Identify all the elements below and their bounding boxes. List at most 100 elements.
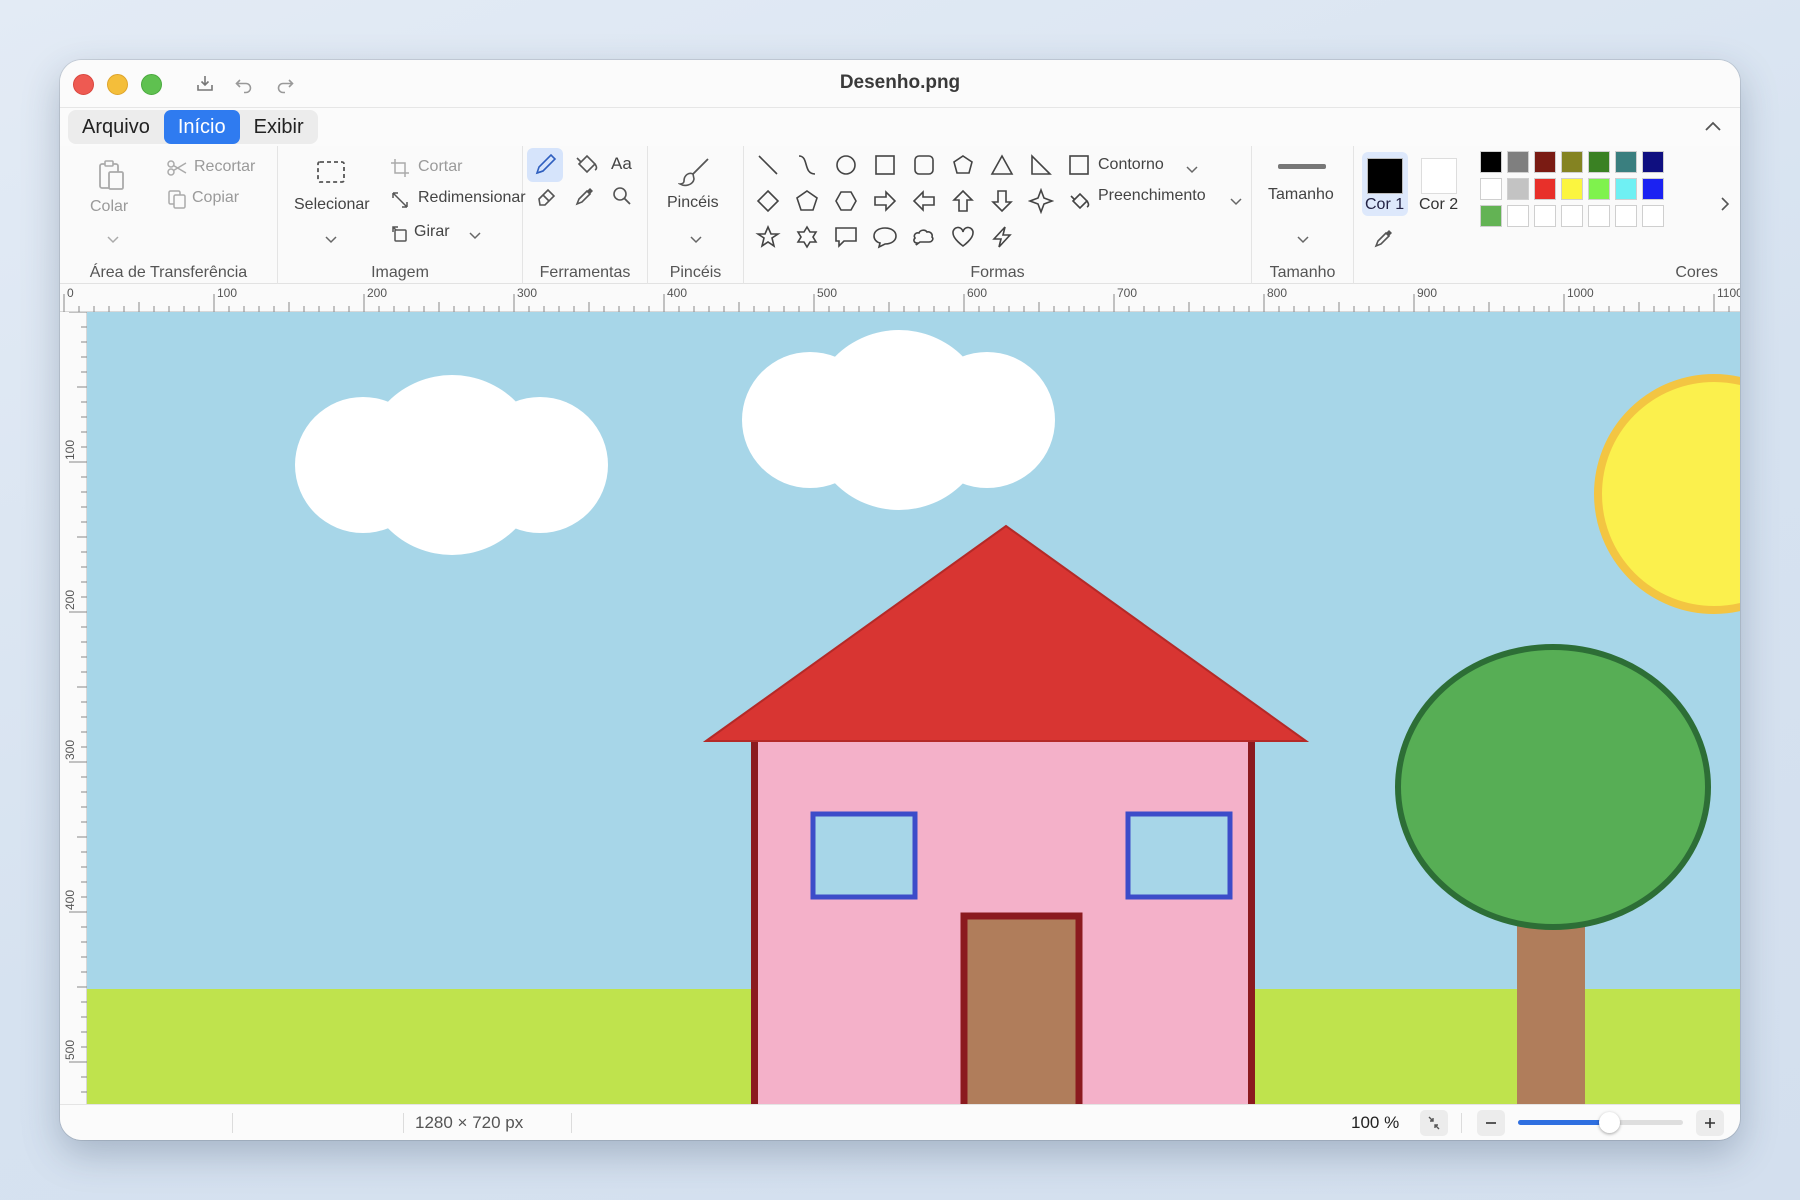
select-dropdown-icon[interactable] (324, 232, 338, 244)
cloud-callout-shape-icon[interactable] (911, 224, 937, 250)
oval-shape-icon[interactable] (833, 152, 859, 178)
brushes-dropdown-icon[interactable] (689, 232, 703, 244)
palette-swatch[interactable] (1507, 151, 1529, 173)
rectangle-shape-icon[interactable] (872, 152, 898, 178)
oval-callout-shape-icon[interactable] (872, 224, 898, 250)
size-button[interactable]: Tamanho (1268, 186, 1334, 204)
brush-icon[interactable] (678, 156, 714, 188)
status-separator (571, 1113, 572, 1133)
pentagon-shape-icon[interactable] (794, 188, 820, 214)
palette-swatch[interactable] (1615, 151, 1637, 173)
line-shape-icon[interactable] (755, 152, 781, 178)
color2-selector[interactable]: Cor 2 (1416, 152, 1462, 216)
cut-button[interactable]: Recortar (194, 158, 255, 176)
palette-swatch[interactable] (1588, 151, 1610, 173)
arrow-down-shape-icon[interactable] (989, 188, 1015, 214)
brushes-button[interactable]: Pincéis (667, 194, 719, 212)
color-picker-tool[interactable] (573, 184, 597, 208)
right-triangle-shape-icon[interactable] (1028, 152, 1054, 178)
lightning-shape-icon[interactable] (989, 224, 1015, 250)
select-button[interactable]: Selecionar (294, 196, 370, 214)
color1-selector[interactable]: Cor 1 (1362, 152, 1408, 216)
zoom-percentage: 100 % (1351, 1113, 1400, 1132)
zoom-slider-knob[interactable] (1598, 1112, 1620, 1133)
house-door (960, 912, 1083, 1104)
eraser-tool[interactable] (535, 184, 559, 208)
palette-swatch[interactable] (1561, 205, 1583, 227)
palette-swatch[interactable] (1480, 205, 1502, 227)
group-tools: Aa Ferramentas (523, 146, 648, 284)
palette-swatch[interactable] (1480, 151, 1502, 173)
palette-swatch[interactable] (1561, 178, 1583, 200)
scissors-icon (166, 159, 188, 177)
outline-button[interactable]: Contorno (1098, 156, 1164, 174)
rect-callout-shape-icon[interactable] (833, 224, 859, 250)
palette-next-icon[interactable] (1718, 194, 1732, 214)
select-icon[interactable] (315, 158, 347, 186)
polygon-shape-icon[interactable] (950, 152, 976, 178)
ruler-label: 900 (1417, 286, 1438, 300)
star-shape-icon[interactable] (755, 224, 781, 250)
palette-swatch[interactable] (1588, 178, 1610, 200)
crop-button[interactable]: Cortar (418, 158, 462, 176)
palette-swatch[interactable] (1642, 178, 1664, 200)
tab-inicio[interactable]: Início (163, 110, 240, 144)
tab-exibir[interactable]: Exibir (240, 110, 318, 144)
resize-button[interactable]: Redimensionar (418, 189, 526, 207)
horizontal-ruler-ticks (63, 294, 1730, 312)
outline-dropdown-icon[interactable] (1185, 162, 1199, 174)
palette-swatch[interactable] (1507, 178, 1529, 200)
size-dropdown-icon[interactable] (1296, 232, 1310, 244)
curve-shape-icon[interactable] (794, 152, 820, 178)
ruler-label: 200 (63, 589, 77, 610)
palette-swatch[interactable] (1480, 178, 1502, 200)
cloud-right (742, 330, 1055, 510)
palette-swatch[interactable] (1534, 178, 1556, 200)
edit-colors-icon[interactable] (1372, 226, 1396, 250)
six-point-star-shape-icon[interactable] (794, 224, 820, 250)
group-label-brushes: Pincéis (669, 264, 722, 281)
palette-swatch[interactable] (1561, 151, 1583, 173)
ruler-label: 100 (63, 439, 77, 460)
text-tool[interactable]: Aa (611, 154, 632, 174)
arrow-right-shape-icon[interactable] (872, 188, 898, 214)
fill-button[interactable]: Preenchimento (1098, 187, 1206, 205)
arrow-up-shape-icon[interactable] (950, 188, 976, 214)
palette-swatch[interactable] (1615, 178, 1637, 200)
palette-swatch[interactable] (1534, 151, 1556, 173)
copy-button[interactable]: Copiar (192, 189, 239, 207)
tab-arquivo[interactable]: Arquivo (68, 110, 164, 144)
fill-dropdown-icon[interactable] (1229, 194, 1243, 206)
rotate-button[interactable]: Girar (414, 223, 450, 241)
rotate-dropdown-icon[interactable] (468, 228, 482, 240)
magnifier-tool[interactable] (610, 184, 634, 208)
paste-button[interactable]: Colar (90, 198, 128, 216)
zoom-out-button[interactable] (1477, 1110, 1505, 1136)
zoom-slider[interactable] (1518, 1112, 1683, 1133)
four-point-star-shape-icon[interactable] (1027, 187, 1055, 215)
fill-bucket-tool[interactable] (571, 150, 601, 180)
paste-icon[interactable] (96, 158, 128, 192)
diamond-shape-icon[interactable] (755, 188, 781, 214)
palette-swatch[interactable] (1507, 205, 1529, 227)
arrow-left-shape-icon[interactable] (911, 188, 937, 214)
hexagon-shape-icon[interactable] (833, 188, 859, 214)
rounded-rectangle-shape-icon[interactable] (911, 152, 937, 178)
collapse-ribbon-icon[interactable] (1702, 116, 1724, 138)
fit-to-window-icon[interactable] (1420, 1110, 1448, 1136)
palette-swatch[interactable] (1615, 205, 1637, 227)
pencil-tool[interactable] (527, 148, 563, 182)
palette-swatch[interactable] (1534, 205, 1556, 227)
heart-shape-icon[interactable] (950, 224, 976, 250)
group-label-colors: Cores (1675, 264, 1718, 281)
zoom-in-button[interactable] (1696, 1110, 1724, 1136)
palette-swatch[interactable] (1642, 151, 1664, 173)
palette-swatch[interactable] (1588, 205, 1610, 227)
horizontal-ruler: 0 100 200 300 400 500 600 700 800 900 1000 1100 (60, 284, 1740, 312)
palette-swatch[interactable] (1642, 205, 1664, 227)
drawing-canvas[interactable] (87, 312, 1740, 1104)
group-label-clipboard: Área de Transferência (89, 264, 248, 281)
triangle-shape-icon[interactable] (989, 152, 1015, 178)
paste-dropdown-icon[interactable] (106, 232, 120, 244)
drawing (87, 312, 1740, 1104)
